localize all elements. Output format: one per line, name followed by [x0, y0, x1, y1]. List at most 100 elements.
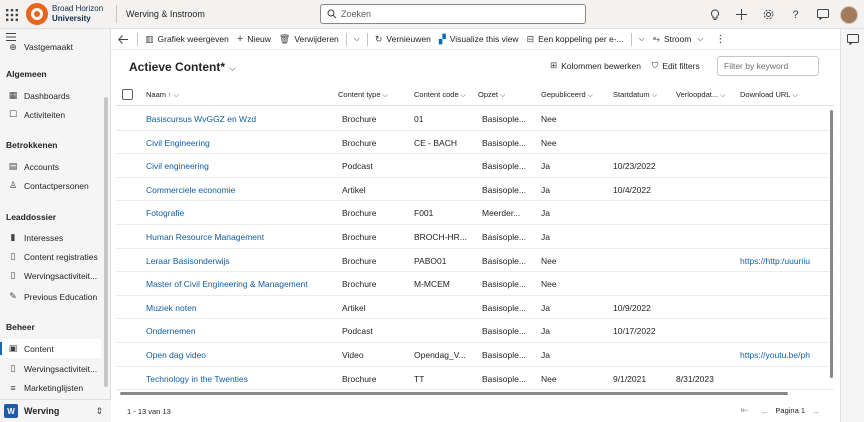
nav-group-beheer: Beheer	[6, 322, 35, 332]
cell-naam[interactable]: Fotografie	[146, 208, 184, 218]
column-header-naam[interactable]: Naam ↑ ⌵	[146, 90, 179, 100]
table-row[interactable]: Technology in the Twenties Brochure TT Basi…	[116, 367, 834, 391]
column-header-content-type[interactable]: Content type ⌵	[338, 90, 388, 100]
column-header-label: Naam	[146, 90, 167, 99]
column-header-verloopdatum[interactable]: Verloopdat... ⌵	[676, 90, 725, 100]
cell-naam[interactable]: Ondernemen	[146, 326, 196, 336]
avatar[interactable]	[840, 5, 858, 24]
delete-button[interactable]: 🗑︎ Verwijderen	[275, 29, 343, 50]
view-selector[interactable]: Actieve Content* ⌵	[129, 60, 236, 74]
visualize-button[interactable]: ▞ Visualize this view	[435, 29, 523, 50]
cell-naam[interactable]: Muziek noten	[146, 303, 197, 313]
table-row[interactable]: Leraar Basisonderwijs Brochure PABO01 Basis…	[116, 249, 834, 273]
cell-naam[interactable]: Open dag video	[146, 350, 206, 360]
cell-download-url[interactable]: https://youtu.be/ph	[740, 350, 810, 360]
sidebar-item-wervingsactiviteiten-beheer[interactable]: ▯ Wervingsactiviteit...	[0, 359, 101, 378]
grid-horizontal-scrollbar[interactable]	[120, 392, 788, 395]
area-switcher[interactable]: W Werving ⇕	[0, 399, 111, 422]
grid-vertical-scrollbar[interactable]	[830, 110, 833, 378]
cell-naam[interactable]: Master of Civil Engineering & Management	[146, 279, 308, 289]
new-button[interactable]: + Nieuw	[233, 29, 275, 50]
sidebar-item-content-registraties[interactable]: ▯ Content registraties	[0, 247, 101, 266]
cell-startdatum: 10/17/2022	[613, 326, 656, 337]
sidebar-item-activiteiten[interactable]: ☐ Activiteiten	[0, 105, 101, 124]
chart-icon: ▥	[145, 33, 154, 44]
select-all-checkbox[interactable]	[122, 89, 133, 100]
next-page-icon[interactable]: →	[811, 406, 820, 416]
grid-footer: 1 - 13 van 13 ⇤ ← Pagina 1 →	[111, 398, 840, 422]
plus-icon[interactable]	[728, 0, 755, 29]
email-link-dropdown-button[interactable]: ⌵	[635, 29, 649, 50]
cell-naam[interactable]: Commerciele economie	[146, 185, 235, 195]
lightbulb-icon[interactable]	[701, 0, 728, 29]
table-row[interactable]: Muziek noten Artikel Basisople... Ja 10/9/20…	[116, 296, 834, 320]
cell-content-type: Brochure	[342, 232, 377, 242]
app-launcher-icon[interactable]	[6, 9, 18, 21]
table-row[interactable]: Basiscursus WvGGZ en Wzd Brochure 01 Basiso…	[116, 107, 834, 131]
cell-naam[interactable]: Technology in the Twenties	[146, 374, 248, 384]
cell-naam[interactable]: Leraar Basisonderwijs	[146, 256, 230, 266]
table-row[interactable]: Ondernemen Podcast Basisople... Ja 10/17/202…	[116, 319, 834, 343]
flow-button[interactable]: ⥱ Stroom ⌵	[649, 29, 708, 50]
table-row[interactable]: Civil Engineering Brochure CE - BACH Basiso…	[116, 131, 834, 155]
cell-naam[interactable]: Civil engineering	[146, 161, 209, 171]
cell-naam[interactable]: Human Resource Management	[146, 232, 264, 242]
cell-naam[interactable]: Basiscursus WvGGZ en Wzd	[146, 114, 256, 124]
edit-columns-button[interactable]: ⊞ Kolommen bewerken	[550, 60, 641, 71]
pin-icon: ⊕	[9, 41, 17, 52]
first-page-icon[interactable]: ⇤	[741, 405, 749, 416]
back-button[interactable]	[111, 29, 134, 50]
nav-scrollbar[interactable]	[104, 97, 108, 387]
cell-naam[interactable]: Civil Engineering	[146, 138, 210, 148]
search-input[interactable]: Zoeken	[320, 4, 586, 24]
help-icon[interactable]: ?	[782, 0, 809, 29]
filter-keyword-input[interactable]: Filter by keyword	[717, 56, 819, 76]
table-row[interactable]: Master of Civil Engineering & Management…	[116, 272, 834, 296]
column-header-startdatum[interactable]: Startdatum ⌵	[613, 90, 657, 100]
delete-label: Verwijderen	[294, 34, 339, 44]
sidebar-item-dashboards[interactable]: ▦ Dashboards	[0, 86, 101, 105]
education-icon: ✎	[9, 291, 17, 301]
divider	[137, 32, 138, 46]
feedback-icon[interactable]	[809, 0, 836, 29]
table-row[interactable]: Civil engineering Podcast Basisople... Ja 10…	[116, 154, 834, 178]
edit-filters-label: Edit filters	[662, 60, 700, 71]
copilot-icon[interactable]	[847, 34, 859, 48]
cell-download-url[interactable]: https://http:/uuuriiu	[740, 256, 810, 266]
cell-startdatum: 9/1/2021	[613, 373, 647, 384]
column-header-label: Content type	[338, 90, 381, 99]
table-row[interactable]: Commerciele economie Artikel Basisople... J…	[116, 178, 834, 202]
email-link-button[interactable]: ⊟ Een koppeling per e-...	[523, 29, 628, 50]
show-chart-label: Grafiek weergeven	[157, 34, 229, 44]
sidebar-item-contactpersonen[interactable]: ♙ Contactpersonen	[0, 176, 101, 195]
sidebar-item-pinned[interactable]: ⊕ Vastgemaakt	[0, 41, 101, 53]
sidebar-item-wervingsactiviteiten[interactable]: ▯ Wervingsactiviteit...	[0, 266, 101, 285]
table-row[interactable]: Open dag video Video Opendag_V... Basisople…	[116, 343, 834, 367]
table-row[interactable]: Fotografie Brochure F001 Meerder... Ja	[116, 201, 834, 225]
more-commands-button[interactable]: ⋮	[707, 29, 733, 50]
edit-filters-button[interactable]: ⛉ Edit filters	[652, 60, 700, 71]
new-label: Nieuw	[247, 34, 271, 44]
column-header-download-url[interactable]: Download URL ⌵	[740, 90, 798, 100]
sidebar-item-previous-education[interactable]: ✎ Previous Education	[0, 287, 101, 306]
column-header-gepubliceerd[interactable]: Gepubliceerd ⌵	[541, 90, 593, 100]
table-row[interactable]: Human Resource Management Brochure BROCH-H…	[116, 225, 834, 249]
cell-content-code: CE - BACH	[414, 137, 457, 148]
column-header-opzet[interactable]: Opzet ⌵	[478, 90, 505, 100]
show-chart-button[interactable]: ▥ Grafiek weergeven	[141, 29, 233, 50]
chevron-down-icon: ⌵	[382, 92, 388, 99]
chevron-down-icon: ⌵	[500, 92, 506, 99]
sidebar-item-marketinglijsten[interactable]: ≡ Marketinglijsten	[0, 378, 101, 397]
more-vertical-icon: ⋮	[715, 33, 726, 45]
refresh-button[interactable]: ↻ Vernieuwen	[371, 29, 435, 50]
app-title[interactable]: Werving & Instroom	[126, 9, 205, 19]
gear-icon[interactable]	[755, 0, 782, 29]
column-header-content-code[interactable]: Content code ⌵	[414, 90, 466, 100]
previous-page-icon[interactable]: ←	[760, 406, 769, 416]
cell-content-code: 01	[414, 114, 424, 124]
sidebar-item-label: Vastgemaakt	[24, 42, 73, 52]
sidebar-item-accounts[interactable]: ▤ Accounts	[0, 157, 101, 176]
sidebar-item-content[interactable]: ▣ Content	[0, 339, 101, 358]
sidebar-item-interesses[interactable]: ▮ Interesses	[0, 228, 101, 247]
delete-dropdown-button[interactable]: ⌵	[350, 29, 364, 50]
